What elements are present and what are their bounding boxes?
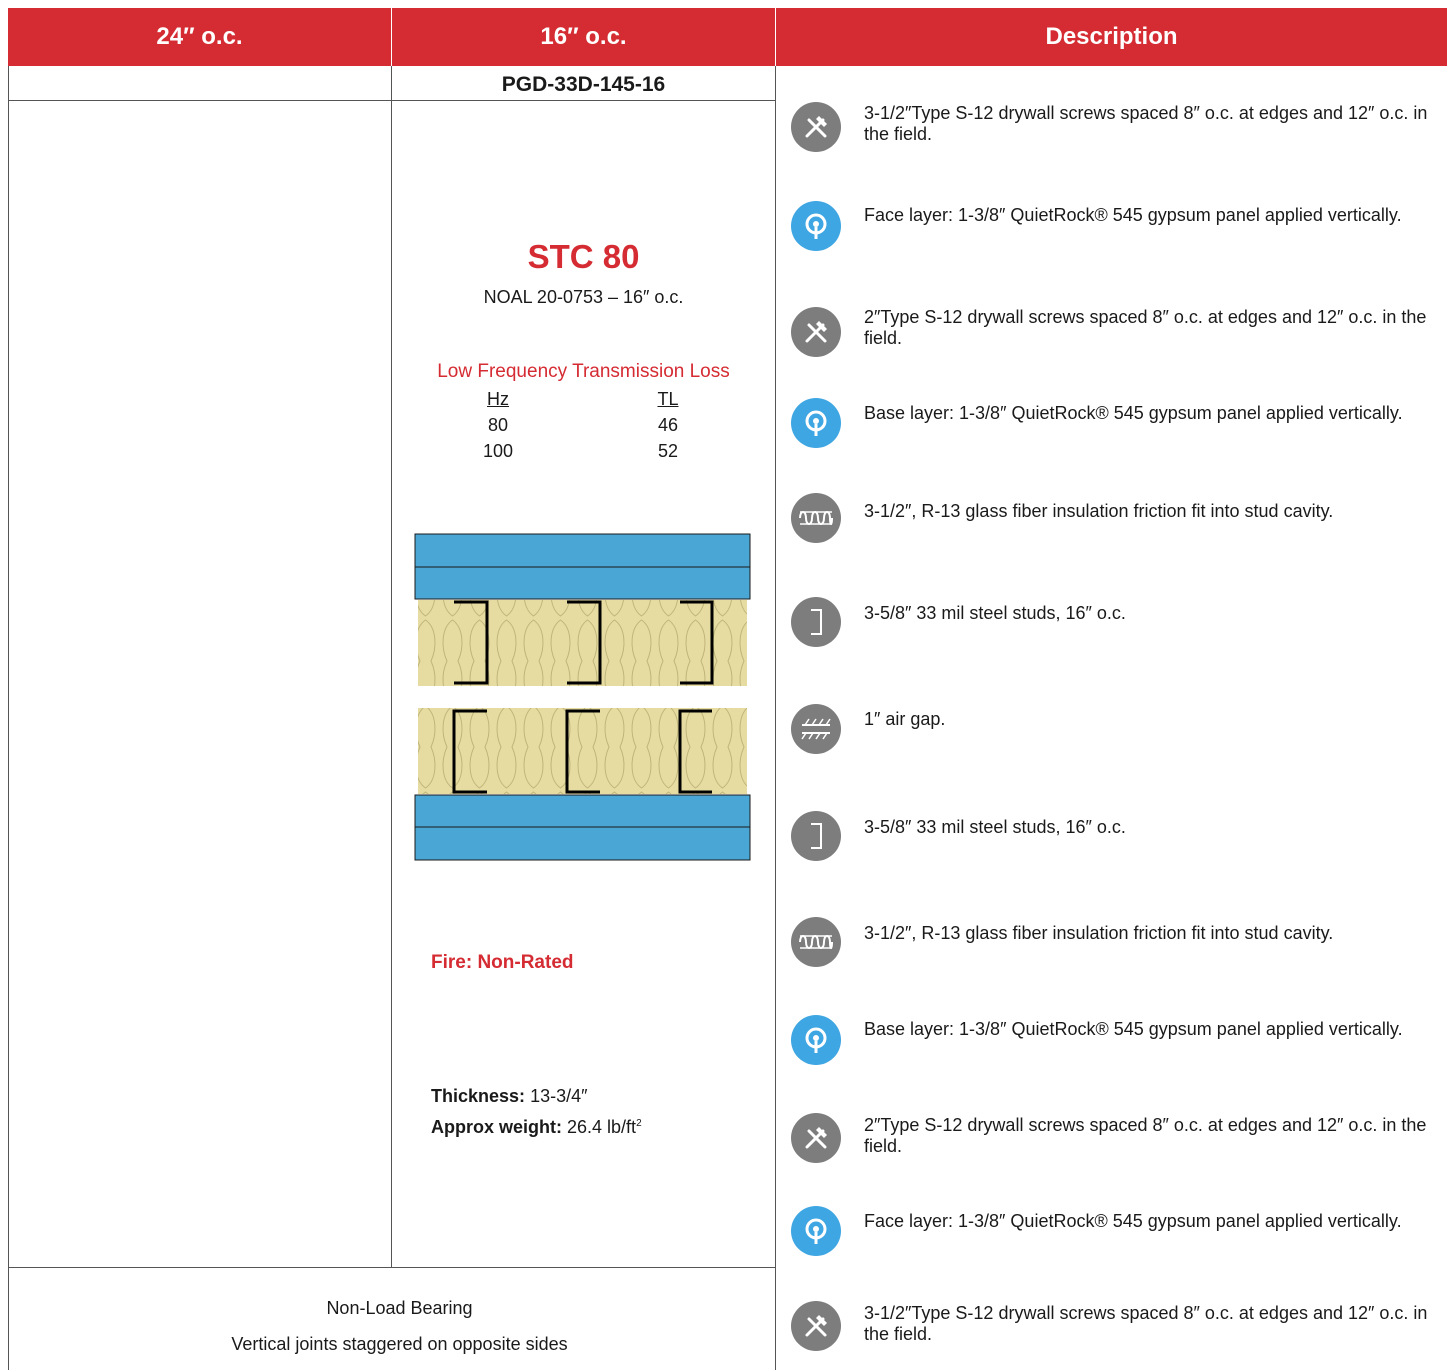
- face-panel-top: [414, 533, 751, 568]
- quietrock-panel-icon: [791, 201, 841, 251]
- description-text: Face layer: 1-3/8″ QuietRock® 545 gypsum…: [864, 205, 1402, 225]
- thickness-value: 13-3/4″: [530, 1086, 588, 1106]
- description-item: 2″Type S-12 drywall screws spaced 8″ o.c…: [791, 1110, 1431, 1170]
- description-text: 3-1/2″, R-13 glass fiber insulation fric…: [864, 501, 1334, 521]
- description-item: Face layer: 1-3/8″ QuietRock® 545 gypsum…: [791, 200, 1431, 260]
- weight-superscript: 2: [636, 1118, 642, 1129]
- weight-label: Approx weight:: [431, 1117, 562, 1137]
- description-item: 3-5/8″ 33 mil steel studs, 16″ o.c.: [791, 811, 1431, 872]
- base-panel-top: [414, 566, 751, 600]
- thickness-label: Thickness:: [431, 1086, 526, 1106]
- footer-note: Non-Load Bearing: [326, 1298, 473, 1318]
- row-divider: [8, 1267, 775, 1268]
- header-16-oc: 16″ o.c.: [540, 23, 627, 50]
- header-description: Description: [1045, 23, 1178, 50]
- row-divider: [8, 100, 775, 101]
- column-divider: [775, 66, 776, 1370]
- description-text: 3-1/2″, R-13 glass fiber insulation fric…: [864, 923, 1334, 943]
- description-text: 2″Type S-12 drywall screws spaced 8″ o.c…: [864, 307, 1427, 348]
- air-gap-icon: [791, 704, 841, 754]
- insulation-pattern: [418, 600, 747, 686]
- steel-stud-icon: [791, 597, 841, 647]
- insulation-pattern: [418, 708, 747, 794]
- header-24-oc: 24″ o.c.: [156, 23, 243, 50]
- description-item: 3-1/2″, R-13 glass fiber insulation fric…: [791, 917, 1431, 978]
- description-item: Base layer: 1-3/8″ QuietRock® 545 gypsum…: [791, 1014, 1431, 1074]
- description-text: 3-5/8″ 33 mil steel studs, 16″ o.c.: [864, 603, 1126, 623]
- tl-value: 52: [657, 441, 679, 461]
- table-header: 24″ o.c. 16″ o.c. Description: [8, 8, 1447, 66]
- description-text: Base layer: 1-3/8″ QuietRock® 545 gypsum…: [864, 1019, 1403, 1039]
- hz-column: Hz 80 100: [458, 386, 538, 464]
- insulation-icon: [791, 917, 841, 967]
- noal-reference: NOAL 20-0753 – 16″ o.c.: [483, 287, 684, 307]
- description-text: 3-1/2″Type S-12 drywall screws spaced 8″…: [864, 103, 1428, 144]
- wall-section-diagram: [414, 533, 751, 861]
- description-text: 3-5/8″ 33 mil steel studs, 16″ o.c.: [864, 817, 1126, 837]
- description-text: 3-1/2″Type S-12 drywall screws spaced 8″…: [864, 1303, 1428, 1344]
- description-text: Base layer: 1-3/8″ QuietRock® 545 gypsum…: [864, 403, 1403, 423]
- description-text: Face layer: 1-3/8″ QuietRock® 545 gypsum…: [864, 1211, 1402, 1231]
- thickness: Thickness: 13-3/4″: [431, 1086, 587, 1107]
- footer-note: Vertical joints staggered on opposite si…: [231, 1334, 568, 1354]
- screw-icon: [791, 1113, 841, 1163]
- hz-value: 100: [482, 441, 514, 461]
- description-item: Face layer: 1-3/8″ QuietRock® 545 gypsum…: [791, 1206, 1431, 1266]
- insulation-icon: [791, 493, 841, 543]
- tl-column: TL 46 52: [628, 386, 708, 464]
- base-panel-bottom: [414, 794, 751, 828]
- fire-rating: Fire: Non-Rated: [431, 952, 574, 973]
- approx-weight: Approx weight: 26.4 lb/ft2: [431, 1117, 642, 1138]
- hz-value: 80: [487, 415, 509, 435]
- description-item: 1″ air gap.: [791, 704, 1431, 764]
- lftl-title: Low Frequency Transmission Loss: [437, 361, 730, 382]
- stc-rating: STC 80: [527, 238, 640, 275]
- description-item: 3-1/2″Type S-12 drywall screws spaced 8″…: [791, 98, 1431, 158]
- face-panel-bottom: [414, 826, 751, 861]
- description-text: 2″Type S-12 drywall screws spaced 8″ o.c…: [864, 1115, 1427, 1156]
- screw-icon: [791, 307, 841, 357]
- quietrock-panel-icon: [791, 1206, 841, 1256]
- description-item: 3-1/2″, R-13 glass fiber insulation fric…: [791, 493, 1431, 556]
- screw-icon: [791, 102, 841, 152]
- weight-value: 26.4 lb/ft: [567, 1117, 637, 1137]
- quietrock-panel-icon: [791, 398, 841, 448]
- tl-value: 46: [657, 415, 679, 435]
- description-item: 3-1/2″Type S-12 drywall screws spaced 8″…: [791, 1298, 1431, 1358]
- description-text: 1″ air gap.: [864, 709, 946, 729]
- description-item: Base layer: 1-3/8″ QuietRock® 545 gypsum…: [791, 398, 1431, 458]
- description-item: 3-5/8″ 33 mil steel studs, 16″ o.c.: [791, 597, 1431, 658]
- quietrock-panel-icon: [791, 1015, 841, 1065]
- steel-stud-icon: [791, 811, 841, 861]
- table-border-left: [8, 66, 9, 1370]
- hz-header: Hz: [487, 389, 509, 409]
- assembly-code: PGD-33D-145-16: [501, 73, 666, 96]
- tl-header: TL: [657, 389, 679, 409]
- screw-icon: [791, 1301, 841, 1351]
- description-item: 2″Type S-12 drywall screws spaced 8″ o.c…: [791, 302, 1431, 362]
